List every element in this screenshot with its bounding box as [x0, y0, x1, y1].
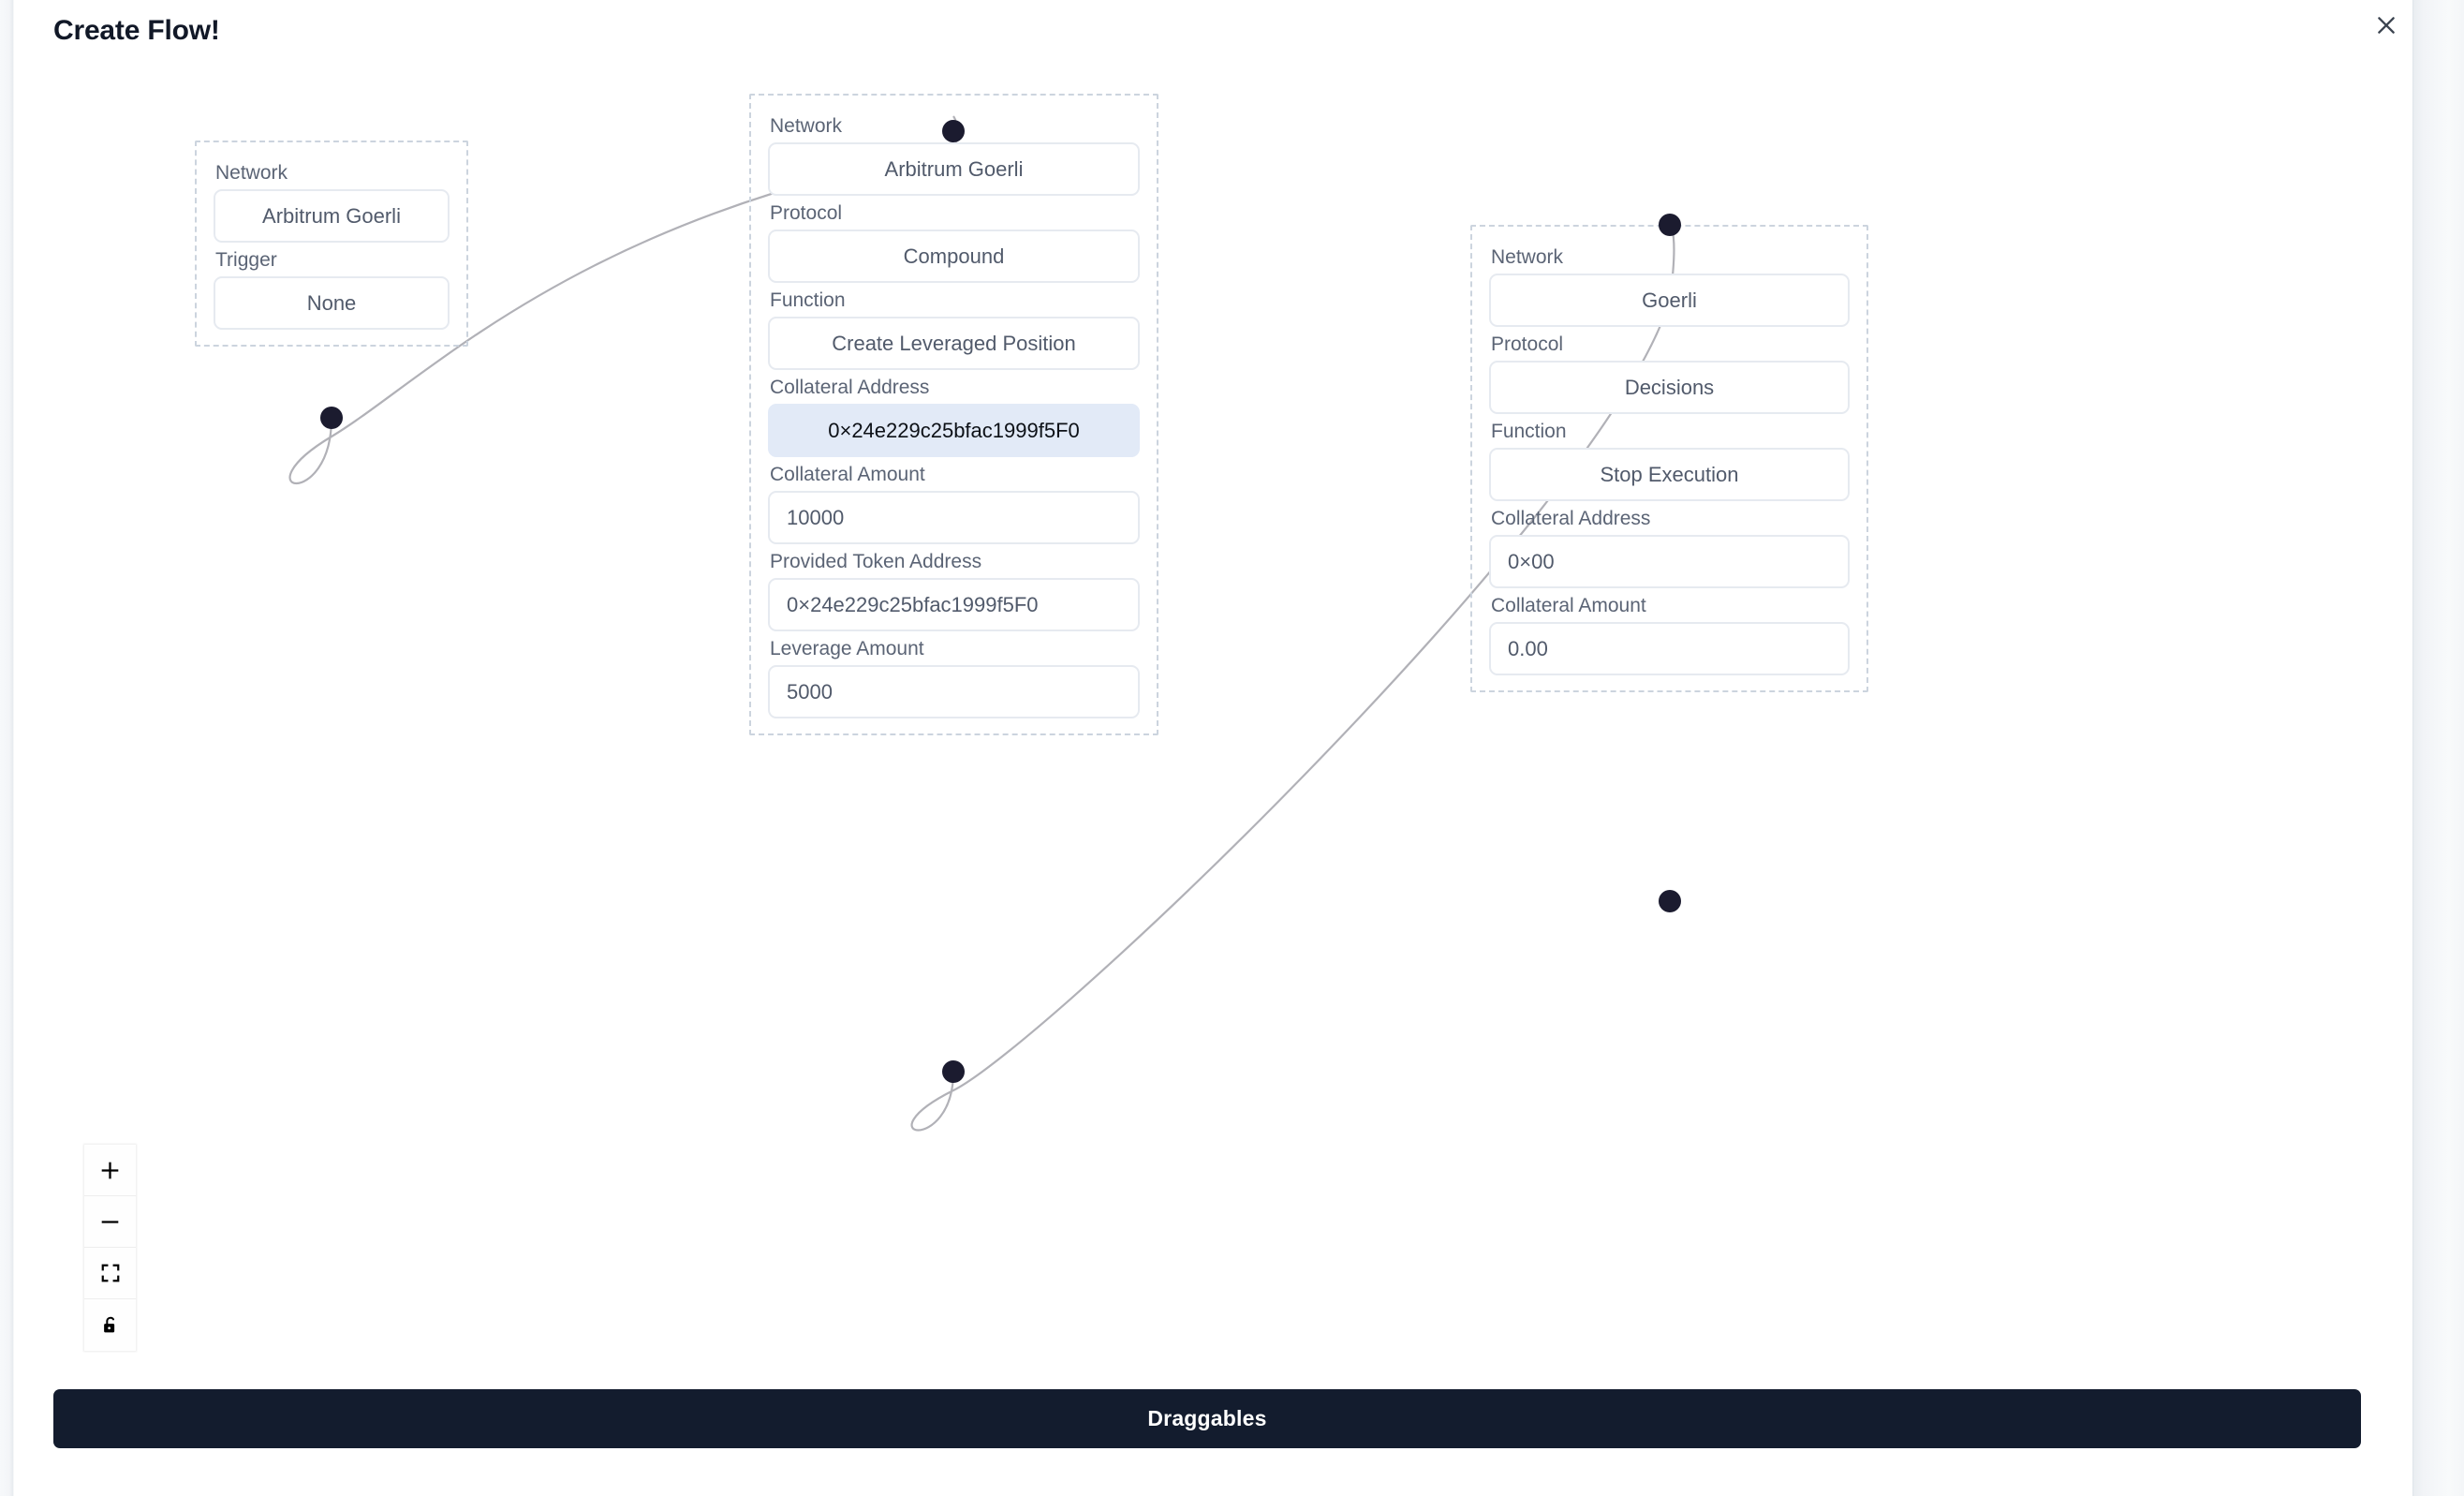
field-value[interactable]: None [214, 276, 450, 330]
create-flow-modal: Create Flow! Network Arbitrum Goerli Trigg… [0, 0, 2464, 1496]
unlock-icon [103, 1316, 114, 1332]
node-field: Collateral Amount 0.00 [1489, 590, 1850, 675]
connection-handle-top[interactable] [1659, 214, 1681, 236]
field-label: Network [215, 162, 288, 184]
node-field: Function Stop Execution [1489, 416, 1850, 501]
field-label: Protocol [770, 202, 843, 224]
minus-icon [101, 1220, 119, 1223]
field-value[interactable]: Arbitrum Goerli [768, 142, 1140, 196]
node-field: Protocol Compound [768, 198, 1140, 283]
node-field: Protocol Decisions [1489, 329, 1850, 414]
fit-view-button[interactable] [84, 1248, 136, 1299]
flow-controls-panel [84, 1145, 136, 1351]
field-label: Function [770, 289, 846, 311]
node-field: Provided Token Address 0×24e229c25bfac199… [768, 546, 1140, 631]
field-value[interactable]: 0×00 [1489, 535, 1850, 588]
node-field: Collateral Address 0×00 [1489, 503, 1850, 588]
field-value[interactable]: 0.00 [1489, 622, 1850, 675]
close-glyph [2378, 17, 2395, 34]
connection-handle-bottom[interactable] [1659, 890, 1681, 912]
field-value[interactable]: Stop Execution [1489, 448, 1850, 501]
node-field: Trigger None [214, 244, 450, 330]
node-field: Network Goerli [1489, 242, 1850, 327]
field-label: Function [1491, 421, 1567, 442]
flow-canvas[interactable]: Network Arbitrum Goerli Trigger None Network… [17, 56, 2413, 1385]
field-value[interactable]: 0×24e229c25bfac1999f5F0 [768, 578, 1140, 631]
node-field: Collateral Address 0×24e229c25bfac1999f5F… [768, 372, 1140, 457]
field-label: Provided Token Address [770, 551, 982, 572]
field-value[interactable]: Decisions [1489, 361, 1850, 414]
field-value[interactable]: Arbitrum Goerli [214, 189, 450, 243]
field-label: Collateral Address [770, 377, 930, 398]
connection-handle-bottom[interactable] [942, 1060, 965, 1083]
node-action[interactable]: Network Arbitrum Goerli Protocol Compound Fu… [749, 94, 1158, 735]
page-left-edge [0, 0, 17, 1496]
field-label: Leverage Amount [770, 638, 924, 659]
connection-handle-bottom[interactable] [320, 407, 343, 429]
field-label: Collateral Amount [1491, 595, 1646, 616]
node-field: Collateral Amount 10000 [768, 459, 1140, 544]
field-label: Network [1491, 246, 1564, 268]
node-decision[interactable]: Network Goerli Protocol Decisions Function St… [1470, 225, 1868, 692]
plus-icon [101, 1162, 119, 1178]
field-value[interactable]: Compound [768, 230, 1140, 283]
field-value[interactable]: 10000 [768, 491, 1140, 544]
field-label: Collateral Address [1491, 508, 1651, 529]
zoom-in-button[interactable] [84, 1145, 136, 1196]
node-field: Function Create Leveraged Position [768, 285, 1140, 370]
field-label: Protocol [1491, 333, 1564, 355]
field-value[interactable]: 0×24e229c25bfac1999f5F0 [768, 404, 1140, 457]
connection-handle-top[interactable] [942, 120, 965, 142]
close-icon[interactable] [2368, 7, 2405, 44]
node-field: Leverage Amount 5000 [768, 633, 1140, 718]
field-label: Trigger [215, 249, 277, 271]
field-label: Collateral Amount [770, 464, 925, 485]
page-right-scroll-track[interactable] [2413, 0, 2464, 1496]
field-value[interactable]: 5000 [768, 665, 1140, 718]
zoom-out-button[interactable] [84, 1196, 136, 1248]
field-value[interactable]: Goerli [1489, 274, 1850, 327]
field-value[interactable]: Create Leveraged Position [768, 317, 1140, 370]
lock-button[interactable] [84, 1299, 136, 1351]
fit-view-icon [101, 1264, 119, 1282]
page-title: Create Flow! [53, 15, 220, 46]
node-field: Network Arbitrum Goerli [214, 157, 450, 243]
draggables-bar[interactable]: Draggables [53, 1389, 2361, 1448]
draggables-label: Draggables [1147, 1406, 1267, 1430]
node-trigger[interactable]: Network Arbitrum Goerli Trigger None [195, 141, 468, 347]
